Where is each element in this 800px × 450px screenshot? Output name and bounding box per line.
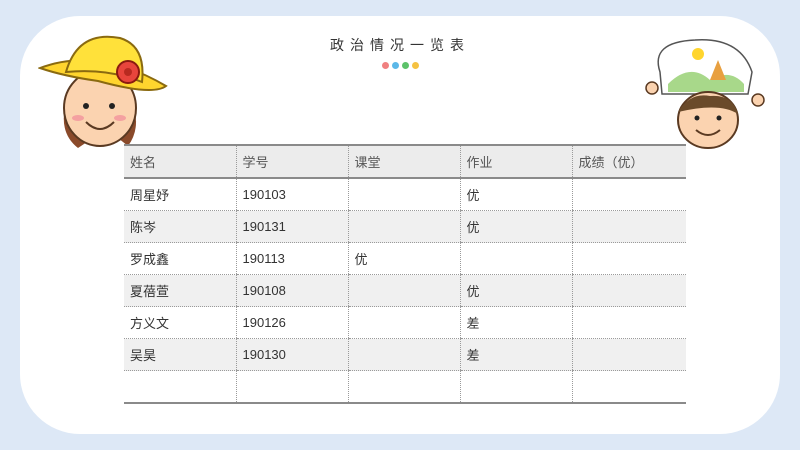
cell-classroom: 优 — [347, 242, 460, 275]
table-row: 方义文 190126 差 — [124, 306, 686, 339]
cell-student-id: 190126 — [235, 306, 348, 339]
cell-student-id: 190103 — [235, 178, 348, 211]
table-row — [124, 370, 686, 404]
politics-table: 姓名 学号 课堂 作业 成绩（优） 周星妤 190103 优 陈岑 190131… — [124, 144, 686, 404]
cell-name: 周星妤 — [124, 178, 236, 211]
cell-homework: 优 — [459, 210, 572, 243]
dot-blue — [392, 62, 399, 69]
header-student-id: 学号 — [235, 144, 348, 179]
cell-classroom — [347, 370, 460, 404]
cell-homework: 差 — [459, 338, 572, 371]
table-header-row: 姓名 学号 课堂 作业 成绩（优） — [124, 144, 686, 179]
cell-student-id: 190131 — [235, 210, 348, 243]
cell-name: 陈岑 — [124, 210, 236, 243]
cell-homework: 差 — [459, 306, 572, 339]
header-homework: 作业 — [459, 144, 572, 179]
table-row: 夏蓓萱 190108 优 — [124, 274, 686, 307]
cell-student-id: 190130 — [235, 338, 348, 371]
cell-grade — [571, 306, 686, 339]
cell-student-id: 190113 — [235, 242, 348, 275]
dot-green — [402, 62, 409, 69]
cell-homework: 优 — [459, 178, 572, 211]
cell-grade — [571, 210, 686, 243]
cell-grade — [571, 274, 686, 307]
cell-name: 罗成鑫 — [124, 242, 236, 275]
table-row: 陈岑 190131 优 — [124, 210, 686, 243]
boy-holding-drawing-icon — [645, 39, 765, 149]
table-row: 周星妤 190103 优 — [124, 178, 686, 211]
cell-name — [124, 370, 236, 404]
cell-classroom — [347, 306, 460, 339]
cell-classroom — [347, 178, 460, 211]
dot-red — [382, 62, 389, 69]
cell-homework — [459, 370, 572, 404]
cell-name: 方义文 — [124, 306, 236, 339]
table-row: 吴昊 190130 差 — [124, 338, 686, 371]
cell-grade — [571, 178, 686, 211]
cell-grade — [571, 338, 686, 371]
header-classroom: 课堂 — [347, 144, 460, 179]
cell-classroom — [347, 210, 460, 243]
cell-homework: 优 — [459, 274, 572, 307]
table-row: 罗成鑫 190113 优 — [124, 242, 686, 275]
cell-name: 吴昊 — [124, 338, 236, 371]
girl-with-yellow-hat-icon — [38, 35, 168, 148]
cell-name: 夏蓓萱 — [124, 274, 236, 307]
dot-yellow — [412, 62, 419, 69]
cell-classroom — [347, 274, 460, 307]
cell-classroom — [347, 338, 460, 371]
header-name: 姓名 — [124, 144, 236, 179]
cell-homework — [459, 242, 572, 275]
cell-grade — [571, 242, 686, 275]
header-grade: 成绩（优） — [571, 144, 686, 179]
title-dots — [382, 62, 419, 69]
cell-student-id — [235, 370, 348, 404]
cell-student-id: 190108 — [235, 274, 348, 307]
cell-grade — [571, 370, 686, 404]
